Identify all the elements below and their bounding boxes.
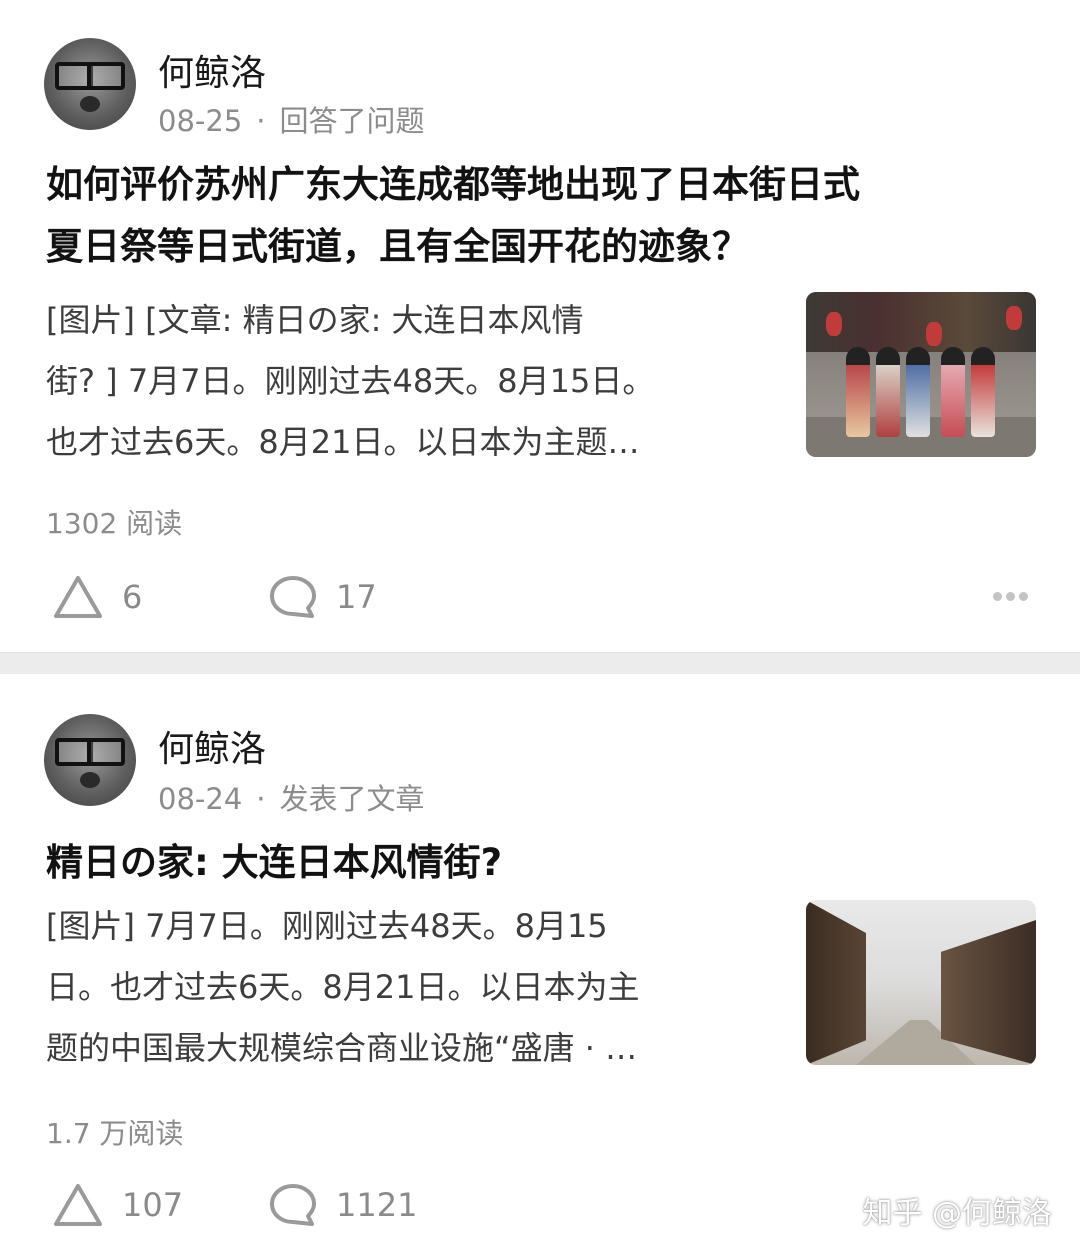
excerpt-line: [图片] [文章: 精日の家: 大连日本风情 [46, 301, 584, 339]
comment-button[interactable]: 17 [268, 574, 377, 620]
author-name[interactable]: 何鲸洛 [158, 44, 266, 96]
post-title[interactable]: 精日の家: 大连日本风情街? [46, 832, 1036, 894]
upvote-count: 107 [122, 1186, 184, 1224]
upvote-triangle-icon [54, 1184, 102, 1226]
author-name[interactable]: 何鲸洛 [158, 720, 266, 772]
meta-separator: · [256, 782, 266, 816]
post-excerpt[interactable]: [图片] 7月7日。刚刚过去48天。8月15 日。也才过去6天。8月21日。以日… [46, 896, 776, 1079]
watermark: 知乎 @何鲸洛 [862, 1196, 1052, 1231]
post-excerpt[interactable]: [图片] [文章: 精日の家: 大连日本风情 街? ] 7月7日。刚刚过去48天… [46, 290, 776, 473]
excerpt-line: 日。也才过去6天。8月21日。以日本为主 [46, 968, 640, 1006]
card-divider [0, 652, 1080, 674]
excerpt-line: 题的中国最大规模综合商业设施“盛唐 · … [46, 1029, 638, 1067]
upvote-button[interactable]: 6 [52, 574, 142, 620]
read-count: 1.7 万阅读 [46, 1117, 184, 1150]
feed-card[interactable]: 何鲸洛 08-25 · 回答了问题 如何评价苏州广东大连成都等地出现了日本街日式 夏… [0, 0, 1080, 652]
glasses-graphic [55, 62, 125, 90]
read-count: 1302 阅读 [46, 507, 183, 540]
avatar-mouth [80, 772, 100, 788]
post-meta: 08-25 · 回答了问题 [158, 98, 425, 140]
post-title-line: 如何评价苏州广东大连成都等地出现了日本街日式 [46, 163, 860, 206]
post-action: 回答了问题 [279, 104, 425, 138]
post-title-line: 夏日祭等日式街道，且有全国开花的迹象？ [46, 225, 749, 268]
glasses-graphic [55, 738, 125, 766]
person-graphic [876, 347, 900, 437]
more-dot [1019, 592, 1028, 601]
upvote-triangle-icon [54, 576, 102, 618]
excerpt-line: [图片] 7月7日。刚刚过去48天。8月15 [46, 907, 608, 945]
meta-separator: · [256, 104, 266, 138]
avatar[interactable] [44, 714, 136, 806]
post-date: 08-24 [158, 782, 243, 816]
post-thumbnail[interactable] [806, 900, 1036, 1065]
more-options-icon[interactable] [993, 592, 1028, 601]
feed-card[interactable]: 何鲸洛 08-24 · 发表了文章 精日の家: 大连日本风情街? [图片] 7月7日… [0, 674, 1080, 1252]
comment-count: 1121 [336, 1186, 418, 1224]
upvote-button[interactable]: 107 [52, 1182, 183, 1228]
post-meta: 08-24 · 发表了文章 [158, 776, 425, 818]
lantern-graphic [926, 322, 942, 346]
post-date: 08-25 [158, 104, 243, 138]
comment-count: 17 [336, 578, 377, 616]
person-graphic [846, 347, 870, 437]
more-dot [993, 592, 1002, 601]
post-title[interactable]: 如何评价苏州广东大连成都等地出现了日本街日式 夏日祭等日式街道，且有全国开花的迹… [46, 154, 1036, 278]
person-graphic [971, 347, 995, 437]
excerpt-line: 也才过去6天。8月21日。以日本为主题… [46, 423, 640, 461]
upvote-count: 6 [122, 578, 143, 616]
lantern-graphic [1006, 306, 1022, 330]
post-title-line: 精日の家: 大连日本风情街? [46, 841, 503, 884]
building-graphic [806, 900, 866, 1065]
comment-bubble-icon [270, 1184, 316, 1226]
excerpt-line: 街? ] 7月7日。刚刚过去48天。8月15日。 [46, 362, 655, 400]
building-graphic [941, 920, 1036, 1065]
comment-bubble-icon [270, 576, 316, 618]
more-dot [1006, 592, 1015, 601]
lantern-graphic [826, 312, 842, 336]
avatar[interactable] [44, 38, 136, 130]
avatar-mouth [80, 96, 100, 112]
post-thumbnail[interactable] [806, 292, 1036, 457]
person-graphic [941, 347, 965, 437]
post-action: 发表了文章 [279, 782, 425, 816]
comment-button[interactable]: 1121 [268, 1182, 417, 1228]
person-graphic [906, 347, 930, 437]
